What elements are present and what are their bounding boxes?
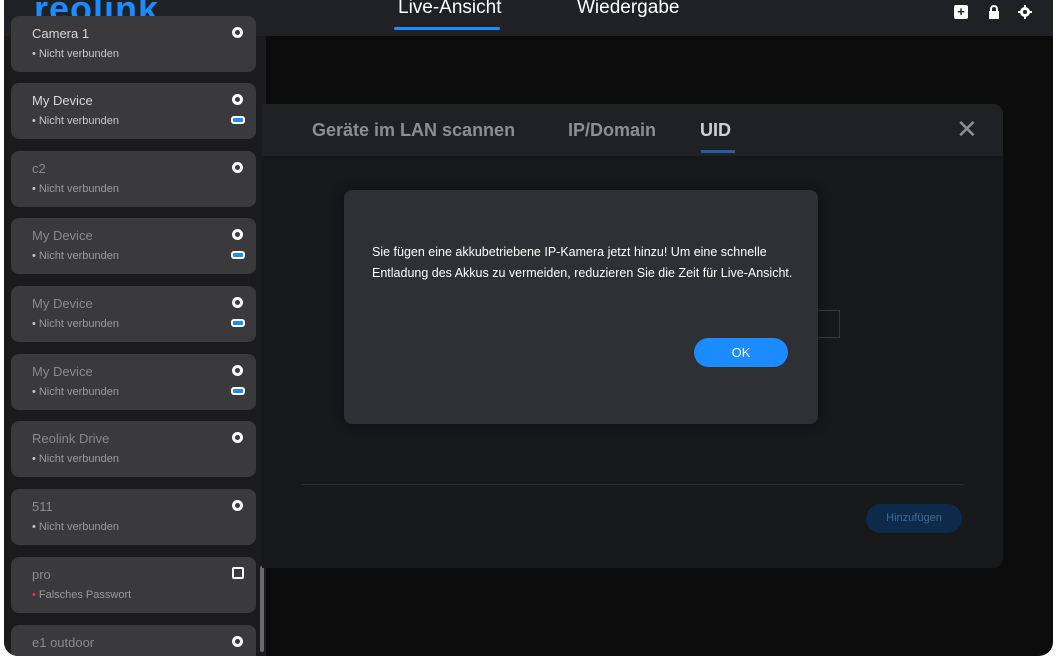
wifi-icon <box>232 500 243 511</box>
wifi-icon <box>232 432 243 443</box>
wifi-icon <box>232 162 243 173</box>
device-name: c2 <box>32 161 46 176</box>
wifi-icon <box>232 636 243 647</box>
device-item[interactable]: c2 • Nicht verbunden <box>11 151 256 207</box>
tab-ip-domain[interactable]: IP/Domain <box>568 120 656 141</box>
ok-button[interactable]: OK <box>694 338 788 367</box>
add-device-icon[interactable]: + <box>954 5 968 19</box>
device-item[interactable]: My Device • Nicht verbunden <box>11 83 256 139</box>
tab-live-view[interactable]: Live-Ansicht <box>398 0 502 19</box>
edit-icon[interactable] <box>232 567 244 579</box>
device-item[interactable]: My Device • Nicht verbunden <box>11 218 256 274</box>
battery-icon <box>231 116 245 124</box>
dialog-message: Sie fügen eine akkubetriebene IP-Kamera … <box>372 245 793 280</box>
wifi-icon <box>232 94 243 105</box>
battery-warning-dialog: Sie fügen eine akkubetriebene IP-Kamera … <box>344 190 818 424</box>
active-tab-indicator <box>701 150 735 153</box>
device-name: My Device <box>32 228 93 243</box>
battery-icon <box>231 251 245 259</box>
lock-icon[interactable] <box>987 5 1001 19</box>
device-status: • Falsches Passwort <box>32 589 132 601</box>
settings-icon[interactable] <box>1018 5 1032 19</box>
active-tab-indicator <box>394 27 500 30</box>
sidebar-scrollbar[interactable] <box>260 566 264 652</box>
device-name: Reolink Drive <box>32 431 110 446</box>
divider <box>302 484 964 485</box>
device-item[interactable]: My Device • Nicht verbunden <box>11 286 256 342</box>
device-name: pro <box>32 567 51 582</box>
device-name: My Device <box>32 296 93 311</box>
battery-icon <box>231 387 245 395</box>
device-name: Camera 1 <box>32 26 90 41</box>
app-window: reolink Live-Ansicht Wiedergabe + Camera… <box>4 0 1053 656</box>
device-status: • Nicht verbunden <box>32 250 119 262</box>
device-item[interactable]: My Device • Nicht verbunden <box>11 354 256 410</box>
device-name: My Device <box>32 93 93 108</box>
device-status: • Nicht verbunden <box>32 521 119 533</box>
device-status: • Nicht verbunden <box>32 48 119 60</box>
device-item[interactable]: 511 • Nicht verbunden <box>11 489 256 545</box>
add-device-tabs: Geräte im LAN scannen IP/Domain UID ✕ <box>262 104 1003 156</box>
wifi-icon <box>232 27 243 38</box>
device-item[interactable]: Reolink Drive • Nicht verbunden <box>11 421 256 477</box>
device-name: 511 <box>32 499 53 514</box>
tab-uid[interactable]: UID <box>700 120 731 141</box>
device-item[interactable]: pro • Falsches Passwort <box>11 557 256 613</box>
device-item[interactable]: Camera 1 • Nicht verbunden <box>11 16 256 72</box>
wifi-icon <box>232 297 243 308</box>
device-name: My Device <box>32 364 93 379</box>
device-name: e1 outdoor <box>32 635 95 650</box>
device-status: • Nicht verbunden <box>32 453 119 465</box>
device-list-sidebar: Camera 1 • Nicht verbunden My Device • Nic… <box>4 16 266 656</box>
wifi-icon <box>232 229 243 240</box>
tab-lan-scan[interactable]: Geräte im LAN scannen <box>312 120 515 141</box>
close-icon[interactable]: ✕ <box>956 114 978 145</box>
device-status: • Nicht verbunden <box>32 318 119 330</box>
device-status: • Nicht verbunden <box>32 115 119 127</box>
device-item[interactable]: e1 outdoor <box>11 625 256 656</box>
device-status: • Nicht verbunden <box>32 183 119 195</box>
add-button[interactable]: Hinzufügen <box>866 504 962 533</box>
device-status: • Nicht verbunden <box>32 386 119 398</box>
tab-playback[interactable]: Wiedergabe <box>577 0 679 19</box>
wifi-icon <box>232 365 243 376</box>
battery-icon <box>231 319 245 327</box>
